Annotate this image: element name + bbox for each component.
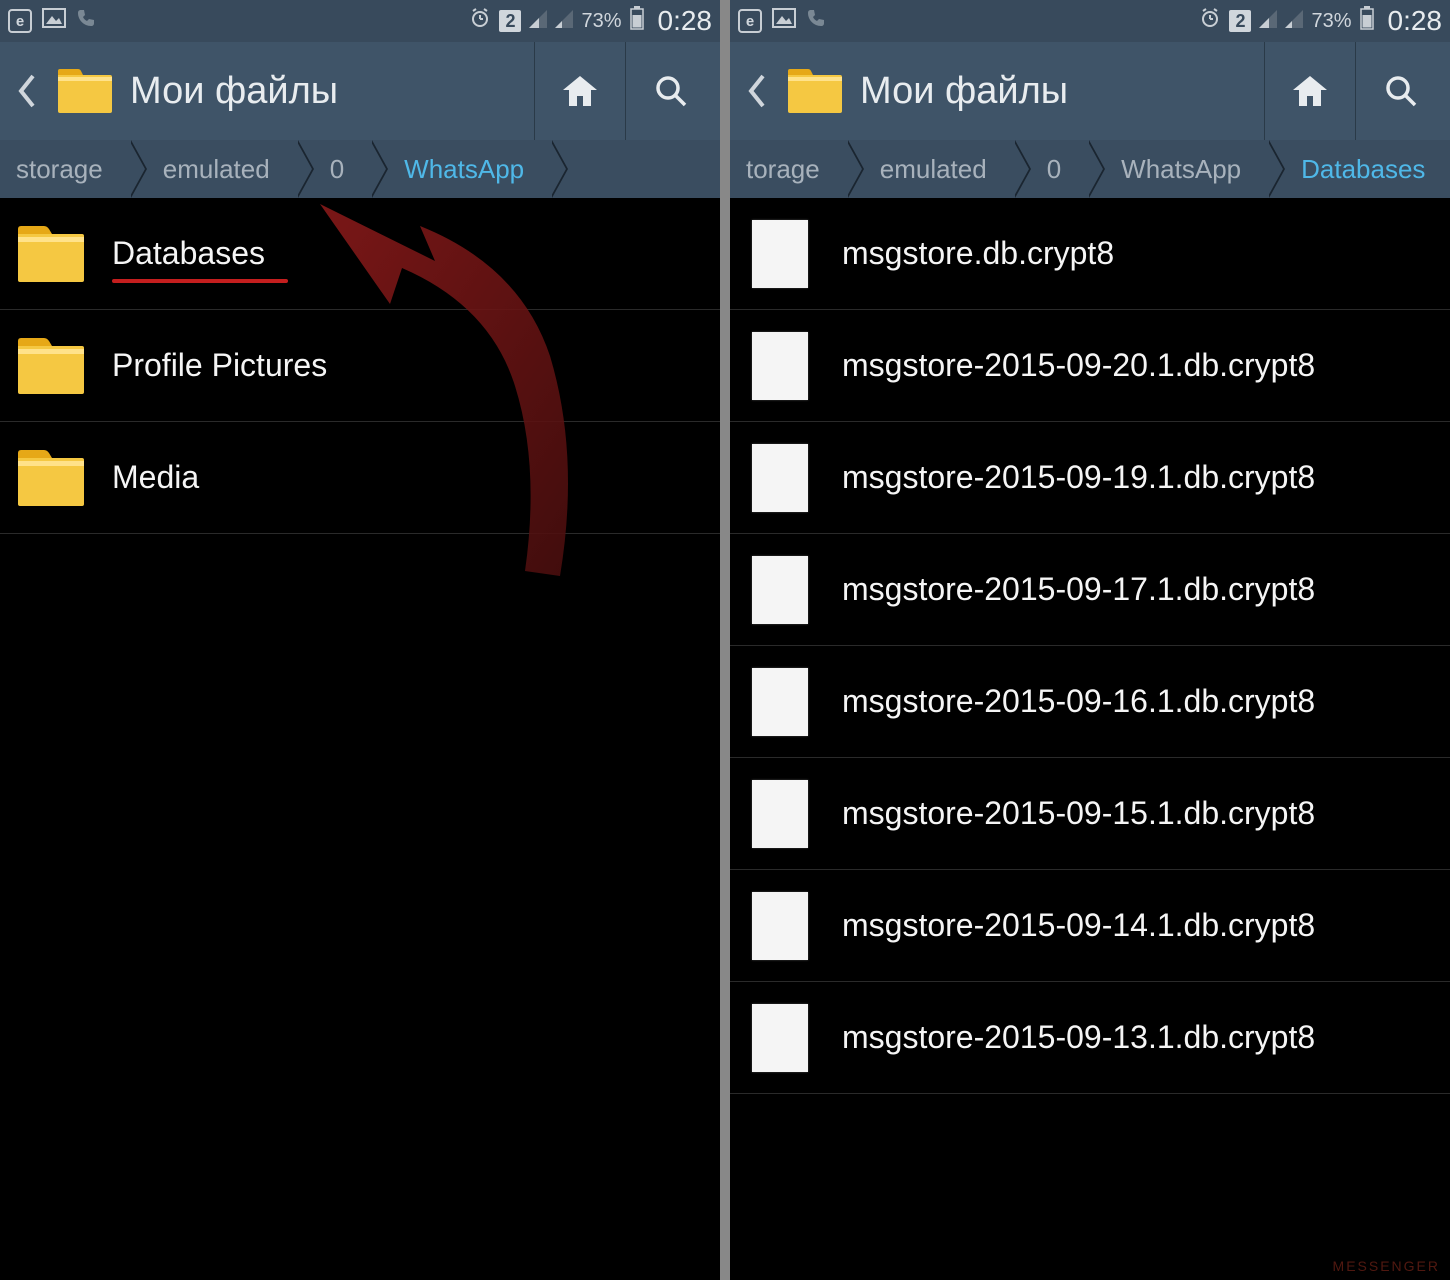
folder-item[interactable]: Databases [0,198,720,310]
folder-item[interactable]: Media [0,422,720,534]
breadcrumb-item[interactable]: WhatsApp [370,140,550,198]
breadcrumb-right: torageemulated0WhatsAppDatabases [730,140,1450,198]
header-actions [534,42,716,140]
file-icon [752,1004,808,1072]
app-folder-icon [786,69,842,113]
app-title: Мои файлы [850,70,1264,113]
item-label: msgstore.db.crypt8 [842,235,1114,272]
item-label: msgstore-2015-09-16.1.db.crypt8 [842,683,1315,720]
item-label: msgstore-2015-09-13.1.db.crypt8 [842,1019,1315,1056]
highlight-underline [112,279,288,283]
file-icon [752,444,808,512]
battery-percent: 73% [581,10,621,33]
status-bar: e 2 73% 0:28 [730,0,1450,42]
back-button[interactable] [734,42,778,140]
battery-percent: 73% [1311,10,1351,33]
signal-1-icon [1259,8,1277,34]
item-label: msgstore-2015-09-20.1.db.crypt8 [842,347,1315,384]
file-item[interactable]: msgstore-2015-09-17.1.db.crypt8 [730,534,1450,646]
breadcrumb-item[interactable]: emulated [846,140,1013,198]
clock-time: 0:28 [1388,5,1443,37]
watermark: MESSENGER [1333,1258,1440,1274]
item-label: Databases [112,235,265,272]
phone-right: e 2 73% 0:28 [730,0,1450,1280]
file-item[interactable]: msgstore-2015-09-16.1.db.crypt8 [730,646,1450,758]
file-item[interactable]: msgstore-2015-09-20.1.db.crypt8 [730,310,1450,422]
status-left: e [738,8,826,34]
breadcrumb-item[interactable]: storage [0,140,129,198]
battery-icon [1360,6,1374,36]
signal-1-icon [529,8,547,34]
item-label: Media [112,459,199,496]
file-item[interactable]: msgstore-2015-09-13.1.db.crypt8 [730,982,1450,1094]
back-button[interactable] [4,42,48,140]
file-item[interactable]: msgstore-2015-09-19.1.db.crypt8 [730,422,1450,534]
item-label: msgstore-2015-09-15.1.db.crypt8 [842,795,1315,832]
item-label: msgstore-2015-09-17.1.db.crypt8 [842,571,1315,608]
file-icon [752,668,808,736]
phone-icon [76,8,96,34]
breadcrumb-item[interactable]: torage [730,140,846,198]
picture-icon [772,8,796,34]
search-button[interactable] [625,42,716,140]
sim-badge: 2 [499,10,521,32]
item-label: msgstore-2015-09-14.1.db.crypt8 [842,907,1315,944]
home-button[interactable] [534,42,625,140]
breadcrumb-item[interactable]: Databases [1267,140,1450,198]
item-label: Profile Pictures [112,347,327,384]
clock-time: 0:28 [658,5,713,37]
status-right: 2 73% 0:28 [469,5,712,37]
alarm-icon [469,7,491,35]
battery-icon [630,6,644,36]
file-icon [752,556,808,624]
picture-icon [42,8,66,34]
file-icon [752,220,808,288]
item-label: msgstore-2015-09-19.1.db.crypt8 [842,459,1315,496]
signal-2-icon [1285,8,1303,34]
file-item[interactable]: msgstore-2015-09-15.1.db.crypt8 [730,758,1450,870]
breadcrumb-item[interactable]: WhatsApp [1087,140,1267,198]
file-icon [752,892,808,960]
file-item[interactable]: msgstore.db.crypt8 [730,198,1450,310]
file-list-left[interactable]: Databases Profile Pictures Media [0,198,720,1280]
breadcrumb-item[interactable]: emulated [129,140,296,198]
status-right: 2 73% 0:28 [1199,5,1442,37]
opera-icon: e [738,9,762,33]
signal-2-icon [555,8,573,34]
opera-icon: e [8,9,32,33]
phone-icon [806,8,826,34]
app-header: Мои файлы [0,42,720,140]
search-button[interactable] [1355,42,1446,140]
file-icon [752,780,808,848]
file-list-right[interactable]: msgstore.db.crypt8 msgstore-2015-09-20.1.… [730,198,1450,1280]
header-actions [1264,42,1446,140]
alarm-icon [1199,7,1221,35]
app-folder-icon [56,69,112,113]
file-icon [752,332,808,400]
home-button[interactable] [1264,42,1355,140]
breadcrumb-left: storageemulated0WhatsApp [0,140,720,198]
app-title: Мои файлы [120,70,534,113]
phone-left: e 2 73% 0:28 [0,0,720,1280]
folder-item[interactable]: Profile Pictures [0,310,720,422]
sim-badge: 2 [1229,10,1251,32]
app-header: Мои файлы [730,42,1450,140]
status-bar: e 2 73% 0:28 [0,0,720,42]
status-left: e [8,8,96,34]
file-item[interactable]: msgstore-2015-09-14.1.db.crypt8 [730,870,1450,982]
